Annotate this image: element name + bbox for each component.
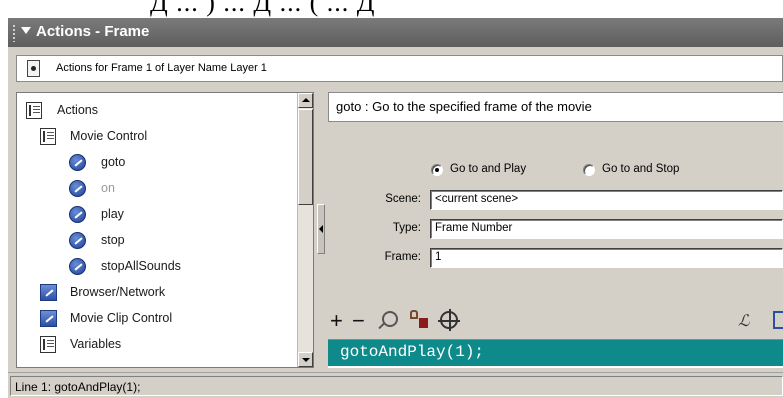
radio-go-to-and-play-label[interactable]: Go to and Play (450, 163, 526, 175)
options-menu-icon[interactable]: ℒ (738, 311, 764, 330)
toolbox-item-label: Movie Control (70, 129, 148, 143)
toolbox-item-movie-control[interactable]: Movie Control (17, 125, 297, 149)
context-label: Actions for Frame 1 of Layer Name Layer … (56, 62, 267, 74)
toolbox-item-label: goto (101, 155, 126, 169)
type-label: Type: (392, 222, 421, 234)
insert-target-path-icon[interactable] (410, 310, 430, 330)
status-bar: Line 1: gotoAndPlay(1); (8, 372, 783, 398)
book-icon (40, 128, 56, 145)
toolbox-item-label: stopAllSounds (101, 259, 181, 273)
panel-title: Actions - Frame (36, 23, 150, 40)
collapse-toolbox-handle[interactable] (317, 204, 325, 254)
toolbox-scrollbar[interactable] (297, 93, 313, 367)
action-icon (69, 180, 86, 197)
category-icon (40, 310, 57, 327)
toolbox-item-label: play (101, 207, 124, 221)
radio-go-to-and-stop-label[interactable]: Go to and Stop (602, 163, 679, 175)
frame-field[interactable]: 1 (430, 248, 783, 268)
remove-action-button[interactable]: − (352, 310, 365, 333)
action-icon (69, 206, 86, 223)
action-icon (69, 154, 86, 171)
parameters-pane: Go to and Play Go to and Stop Scene: <cu… (328, 123, 783, 305)
crosshair-icon[interactable] (438, 309, 460, 331)
reference-icon[interactable] (773, 311, 783, 329)
toolbox-item-variables[interactable]: Variables (17, 333, 297, 357)
frame-value: 1 (435, 251, 442, 263)
toolbox-item-actions[interactable]: Actions (17, 99, 297, 123)
action-icon (69, 232, 86, 249)
radio-go-to-and-stop[interactable] (583, 164, 595, 176)
toolbox-item-stopallsounds[interactable]: stopAllSounds (17, 255, 297, 279)
type-field[interactable]: Frame Number (430, 219, 783, 239)
frame-label: Frame: (384, 251, 421, 263)
toolbox-item-label: Variables (70, 337, 122, 351)
add-action-button[interactable]: + (330, 310, 343, 333)
toolbox-item-stop[interactable]: stop (17, 229, 297, 253)
toolbox-item-browser-network[interactable]: Browser/Network (17, 281, 297, 305)
code-line-selected[interactable]: gotoAndPlay(1); (328, 340, 783, 366)
toolbox-item-goto[interactable]: goto (17, 151, 297, 175)
scroll-up-button[interactable] (298, 93, 313, 108)
scene-label: Scene: (385, 193, 421, 205)
toolbox-item-label: Movie Clip Control (70, 311, 173, 325)
toolbox-item-on[interactable]: on (17, 177, 297, 201)
book-icon (26, 102, 42, 119)
toolbox-item-label: stop (101, 233, 125, 247)
toolbox-item-movie-clip-control[interactable]: Movie Clip Control (17, 307, 297, 331)
toolbox-item-label: on (101, 181, 115, 195)
pane-splitter[interactable] (314, 92, 328, 368)
toolbox-item-play[interactable]: play (17, 203, 297, 227)
script-toolbar: + − ℒ (328, 305, 783, 339)
collapse-arrow-icon[interactable] (21, 27, 31, 34)
cropped-header-text: Д ... ) ... Д ... ( ... Д (150, 0, 376, 17)
script-editor[interactable]: gotoAndPlay(1); (328, 339, 783, 368)
cropped-header: Д ... ) ... Д ... ( ... Д (0, 0, 783, 18)
context-bar: Actions for Frame 1 of Layer Name Layer … (16, 55, 783, 82)
panel-titlebar[interactable]: Actions - Frame (8, 18, 783, 47)
status-text: Line 1: gotoAndPlay(1); (10, 376, 783, 396)
book-icon (40, 336, 56, 353)
frame-icon (27, 60, 40, 77)
action-icon (69, 258, 86, 275)
scroll-thumb[interactable] (298, 109, 313, 205)
scroll-down-button[interactable] (298, 352, 313, 367)
action-description: goto : Go to the specified frame of the … (328, 92, 783, 122)
radio-go-to-and-play[interactable] (431, 164, 443, 176)
find-icon[interactable] (382, 311, 398, 327)
actions-toolbox[interactable]: Actions Movie Control goto on play stop … (16, 92, 314, 368)
toolbox-item-label: Browser/Network (70, 285, 166, 299)
category-icon (40, 284, 57, 301)
scene-field[interactable]: <current scene> (430, 190, 783, 210)
actions-panel: Actions - Frame Actions for Frame 1 of L… (8, 18, 783, 398)
script-area: goto : Go to the specified frame of the … (328, 92, 783, 368)
drag-grip-icon[interactable] (12, 24, 16, 42)
toolbox-item-label: Actions (57, 103, 98, 117)
